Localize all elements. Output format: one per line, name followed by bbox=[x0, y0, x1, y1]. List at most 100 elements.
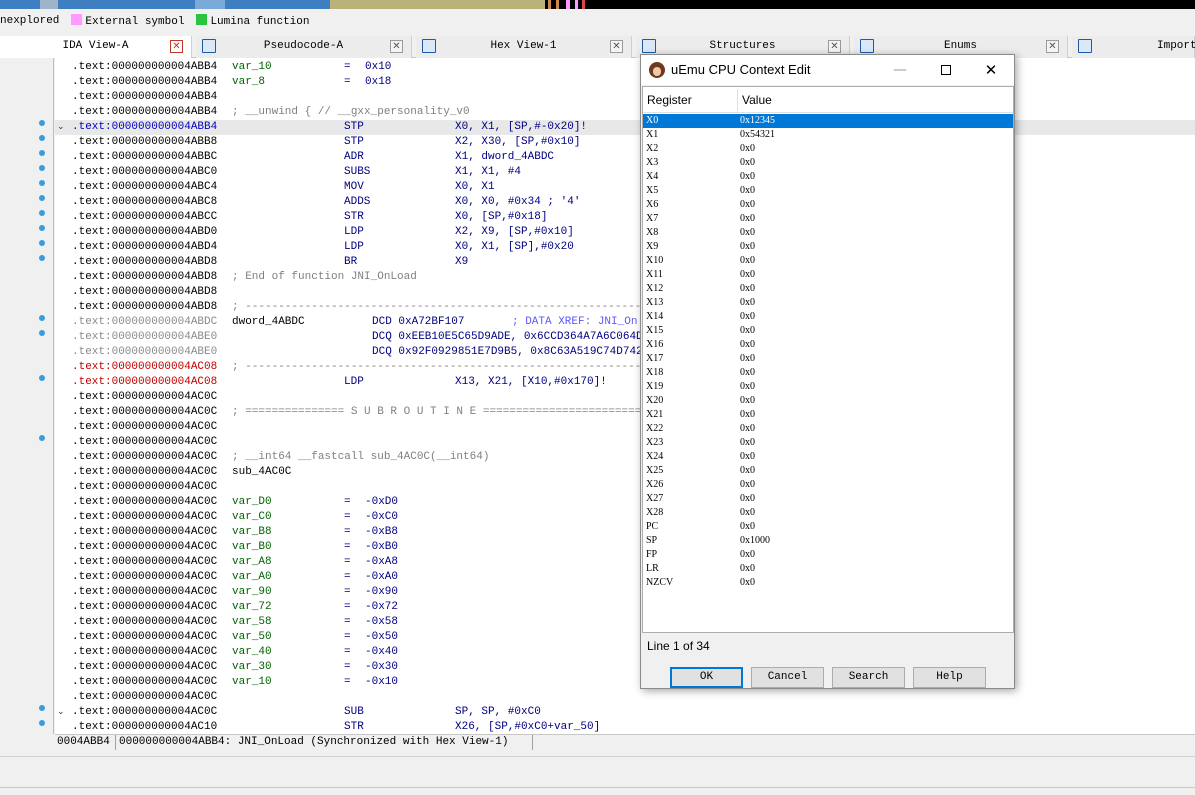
listing-line[interactable]: .text:000000000004AC0C var_A0 = -0xA0 bbox=[55, 570, 1195, 585]
line-symbol[interactable]: var_C0 bbox=[232, 510, 272, 525]
line-operands[interactable]: X0, X1 bbox=[455, 180, 495, 195]
listing-line[interactable]: .text:000000000004AC0C var_90 = -0x90 bbox=[55, 585, 1195, 600]
register-row[interactable]: LR 0x0 bbox=[643, 562, 1013, 576]
register-value[interactable]: 0x54321 bbox=[740, 128, 775, 142]
listing-line[interactable]: .text:000000000004ABB4 var_8 = 0x18 bbox=[55, 75, 1195, 90]
register-row[interactable]: X2 0x0 bbox=[643, 142, 1013, 156]
line-operands[interactable]: X2, X9, [SP,#0x10] bbox=[455, 225, 574, 240]
listing-line[interactable]: .text:000000000004AC08; ----------------… bbox=[55, 360, 1195, 375]
register-value[interactable]: 0x0 bbox=[740, 142, 755, 156]
listing-line[interactable]: ⌄ .text:000000000004ABB4 STP X0, X1, [SP,#-… bbox=[55, 120, 1195, 135]
line-operands[interactable]: X0, X0, #0x34 ; '4' bbox=[455, 195, 580, 210]
register-value[interactable]: 0x0 bbox=[740, 156, 755, 170]
register-row[interactable]: X22 0x0 bbox=[643, 422, 1013, 436]
line-operands[interactable]: X26, [SP,#0xC0+var_50] bbox=[455, 720, 600, 734]
register-value[interactable]: 0x0 bbox=[740, 576, 755, 590]
listing-line[interactable]: .text:000000000004AC0C bbox=[55, 420, 1195, 435]
line-symbol[interactable]: var_B8 bbox=[232, 525, 272, 540]
listing-line[interactable]: .text:000000000004AC0C ; __int64 __fastca… bbox=[55, 450, 1195, 465]
listing-line[interactable]: .text:000000000004AC0C var_B8 = -0xB8 bbox=[55, 525, 1195, 540]
close-icon[interactable]: ✕ bbox=[1046, 40, 1059, 53]
line-symbol[interactable]: var_40 bbox=[232, 645, 272, 660]
minimize-button[interactable]: — bbox=[877, 55, 923, 85]
line-symbol[interactable]: var_8 bbox=[232, 75, 265, 90]
register-row[interactable]: X8 0x0 bbox=[643, 226, 1013, 240]
search-button[interactable]: Search bbox=[832, 667, 905, 688]
column-divider[interactable] bbox=[737, 89, 738, 111]
register-value[interactable]: 0x0 bbox=[740, 296, 755, 310]
line-symbol[interactable]: var_10 bbox=[232, 60, 272, 75]
listing-line[interactable]: .text:000000000004ABB8 STP X2, X30, [SP,#0… bbox=[55, 135, 1195, 150]
listing-line[interactable]: .text:000000000004AC0C var_72 = -0x72 bbox=[55, 600, 1195, 615]
register-value[interactable]: 0x0 bbox=[740, 240, 755, 254]
register-row[interactable]: X13 0x0 bbox=[643, 296, 1013, 310]
line-symbol[interactable]: var_D0 bbox=[232, 495, 272, 510]
register-row[interactable]: X23 0x0 bbox=[643, 436, 1013, 450]
register-value[interactable]: 0x0 bbox=[740, 520, 755, 534]
listing-line[interactable]: .text:000000000004AC0C var_30 = -0x30 bbox=[55, 660, 1195, 675]
register-value[interactable]: 0x0 bbox=[740, 338, 755, 352]
line-operands[interactable]: X13, X21, [X10,#0x170]! bbox=[455, 375, 607, 390]
close-button[interactable]: ✕ bbox=[968, 55, 1014, 85]
listing-line[interactable]: .text:000000000004AC0C var_B0 = -0xB0 bbox=[55, 540, 1195, 555]
listing-line[interactable]: .text:000000000004AC0C var_50 = -0x50 bbox=[55, 630, 1195, 645]
register-row[interactable]: X15 0x0 bbox=[643, 324, 1013, 338]
register-row[interactable]: X14 0x0 bbox=[643, 310, 1013, 324]
register-row[interactable]: NZCV 0x0 bbox=[643, 576, 1013, 590]
register-row[interactable]: X1 0x54321 bbox=[643, 128, 1013, 142]
register-row[interactable]: X11 0x0 bbox=[643, 268, 1013, 282]
cancel-button[interactable]: Cancel bbox=[751, 667, 824, 688]
register-value[interactable]: 0x0 bbox=[740, 254, 755, 268]
line-symbol[interactable]: var_90 bbox=[232, 585, 272, 600]
register-row[interactable]: X20 0x0 bbox=[643, 394, 1013, 408]
register-value[interactable]: 0x0 bbox=[740, 450, 755, 464]
register-row[interactable]: X16 0x0 bbox=[643, 338, 1013, 352]
listing-line[interactable]: .text:000000000004AC0C bbox=[55, 390, 1195, 405]
listing-line[interactable]: .text:000000000004ABB4 var_10 = 0x10 bbox=[55, 60, 1195, 75]
line-symbol[interactable]: var_72 bbox=[232, 600, 272, 615]
listing-line[interactable]: .text:000000000004ABC8 ADDS X0, X0, #0x34 … bbox=[55, 195, 1195, 210]
register-value[interactable]: 0x0 bbox=[740, 506, 755, 520]
listing-line[interactable]: .text:000000000004ABC0 SUBS X1, X1, #4 bbox=[55, 165, 1195, 180]
line-symbol[interactable]: sub_4AC0C bbox=[232, 465, 291, 480]
listing-line[interactable]: .text:000000000004AC0C var_40 = -0x40 bbox=[55, 645, 1195, 660]
register-value[interactable]: 0x0 bbox=[740, 212, 755, 226]
register-value[interactable]: 0x0 bbox=[740, 408, 755, 422]
register-row[interactable]: X26 0x0 bbox=[643, 478, 1013, 492]
register-row[interactable]: X5 0x0 bbox=[643, 184, 1013, 198]
listing-line[interactable]: .text:000000000004ABC4 MOV X0, X1 bbox=[55, 180, 1195, 195]
close-icon[interactable]: ✕ bbox=[610, 40, 623, 53]
register-row[interactable]: X21 0x0 bbox=[643, 408, 1013, 422]
register-value[interactable]: 0x0 bbox=[740, 436, 755, 450]
register-value[interactable]: 0x0 bbox=[740, 422, 755, 436]
register-value[interactable]: 0x0 bbox=[740, 492, 755, 506]
navigation-band[interactable] bbox=[0, 0, 1195, 9]
register-value[interactable]: 0x0 bbox=[740, 170, 755, 184]
line-operands[interactable]: X9 bbox=[455, 255, 468, 270]
register-row[interactable]: SP 0x1000 bbox=[643, 534, 1013, 548]
register-row[interactable]: X24 0x0 bbox=[643, 450, 1013, 464]
register-row[interactable]: X9 0x0 bbox=[643, 240, 1013, 254]
listing-line[interactable]: .text:000000000004ABB4 ; __unwind { // __… bbox=[55, 105, 1195, 120]
line-operands[interactable]: X1, dword_4ABDC bbox=[455, 150, 554, 165]
listing-line[interactable]: .text:000000000004ABD8 BR X9 bbox=[55, 255, 1195, 270]
line-symbol[interactable]: var_50 bbox=[232, 630, 272, 645]
line-symbol[interactable]: var_30 bbox=[232, 660, 272, 675]
tab-hex-view-1[interactable]: Hex View-1 ✕ bbox=[416, 36, 632, 58]
register-value[interactable]: 0x0 bbox=[740, 548, 755, 562]
register-value[interactable]: 0x0 bbox=[740, 394, 755, 408]
register-value[interactable]: 0x1000 bbox=[740, 534, 770, 548]
register-row[interactable]: X4 0x0 bbox=[643, 170, 1013, 184]
listing-line[interactable]: .text:000000000004AC08 LDP X13, X21, [X10,… bbox=[55, 375, 1195, 390]
register-value[interactable]: 0x0 bbox=[740, 310, 755, 324]
listing-line[interactable]: .text:000000000004ABE0 DCQ 0xEEB10E5C65D9… bbox=[55, 330, 1195, 345]
register-value[interactable]: 0x0 bbox=[740, 184, 755, 198]
listing-line[interactable]: .text:000000000004AC0C sub_4AC0C bbox=[55, 465, 1195, 480]
listing-line[interactable]: .text:000000000004ABBC ADR X1, dword_4ABDC bbox=[55, 150, 1195, 165]
listing-line[interactable]: .text:000000000004ABDC dword_4ABDC DCD 0xA… bbox=[55, 315, 1195, 330]
register-value[interactable]: 0x0 bbox=[740, 198, 755, 212]
line-symbol[interactable]: var_B0 bbox=[232, 540, 272, 555]
listing-line[interactable]: .text:000000000004ABD8 ; End of function … bbox=[55, 270, 1195, 285]
listing-line[interactable]: .text:000000000004AC0C; =============== … bbox=[55, 405, 1195, 420]
line-operands[interactable]: X0, [SP,#0x18] bbox=[455, 210, 547, 225]
